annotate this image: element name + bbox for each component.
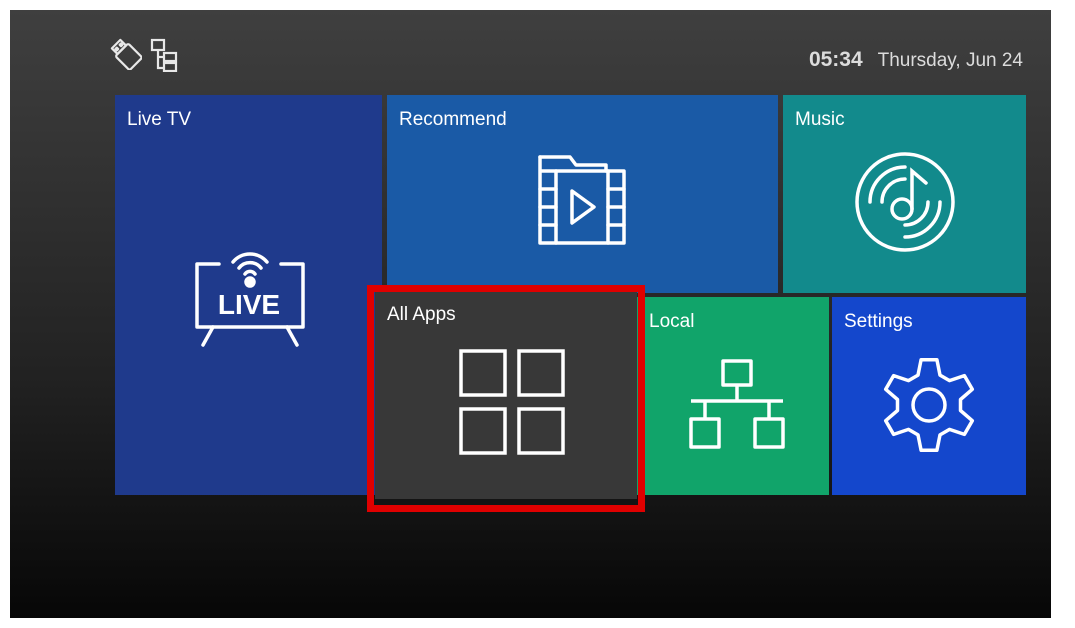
launcher-screen: 05:34 Thursday, Jun 24 Live TV LIVE Reco… <box>10 10 1051 618</box>
network-tree-icon <box>689 359 785 449</box>
apps-grid-icon <box>459 349 565 455</box>
status-icons <box>110 38 180 72</box>
clock-time: 05:34 <box>808 48 863 71</box>
tile-all-apps[interactable]: All Apps <box>375 290 637 499</box>
tile-settings-label: Settings <box>844 311 913 332</box>
tile-local[interactable]: Local <box>637 297 829 495</box>
usb-icon <box>110 38 142 70</box>
tile-music-label: Music <box>795 109 845 130</box>
tile-live-tv-label: Live TV <box>127 109 192 130</box>
clock: 05:34 Thursday, Jun 24 <box>809 48 1023 72</box>
video-folder-icon <box>538 155 626 245</box>
tile-all-apps-label: All Apps <box>387 304 456 325</box>
live-tv-icon: LIVE <box>195 252 305 347</box>
tile-local-label: Local <box>649 311 695 332</box>
network-icon <box>150 38 178 72</box>
music-disc-icon <box>855 152 955 252</box>
tile-settings[interactable]: Settings <box>832 297 1026 495</box>
live-icon-text: LIVE <box>218 289 280 320</box>
tile-recommend[interactable]: Recommend <box>387 95 778 293</box>
tile-recommend-label: Recommend <box>399 109 507 130</box>
clock-date: Thursday, Jun 24 <box>877 50 1023 71</box>
tile-music[interactable]: Music <box>783 95 1026 293</box>
gear-icon <box>883 357 975 453</box>
tile-live-tv[interactable]: Live TV LIVE <box>115 95 382 495</box>
